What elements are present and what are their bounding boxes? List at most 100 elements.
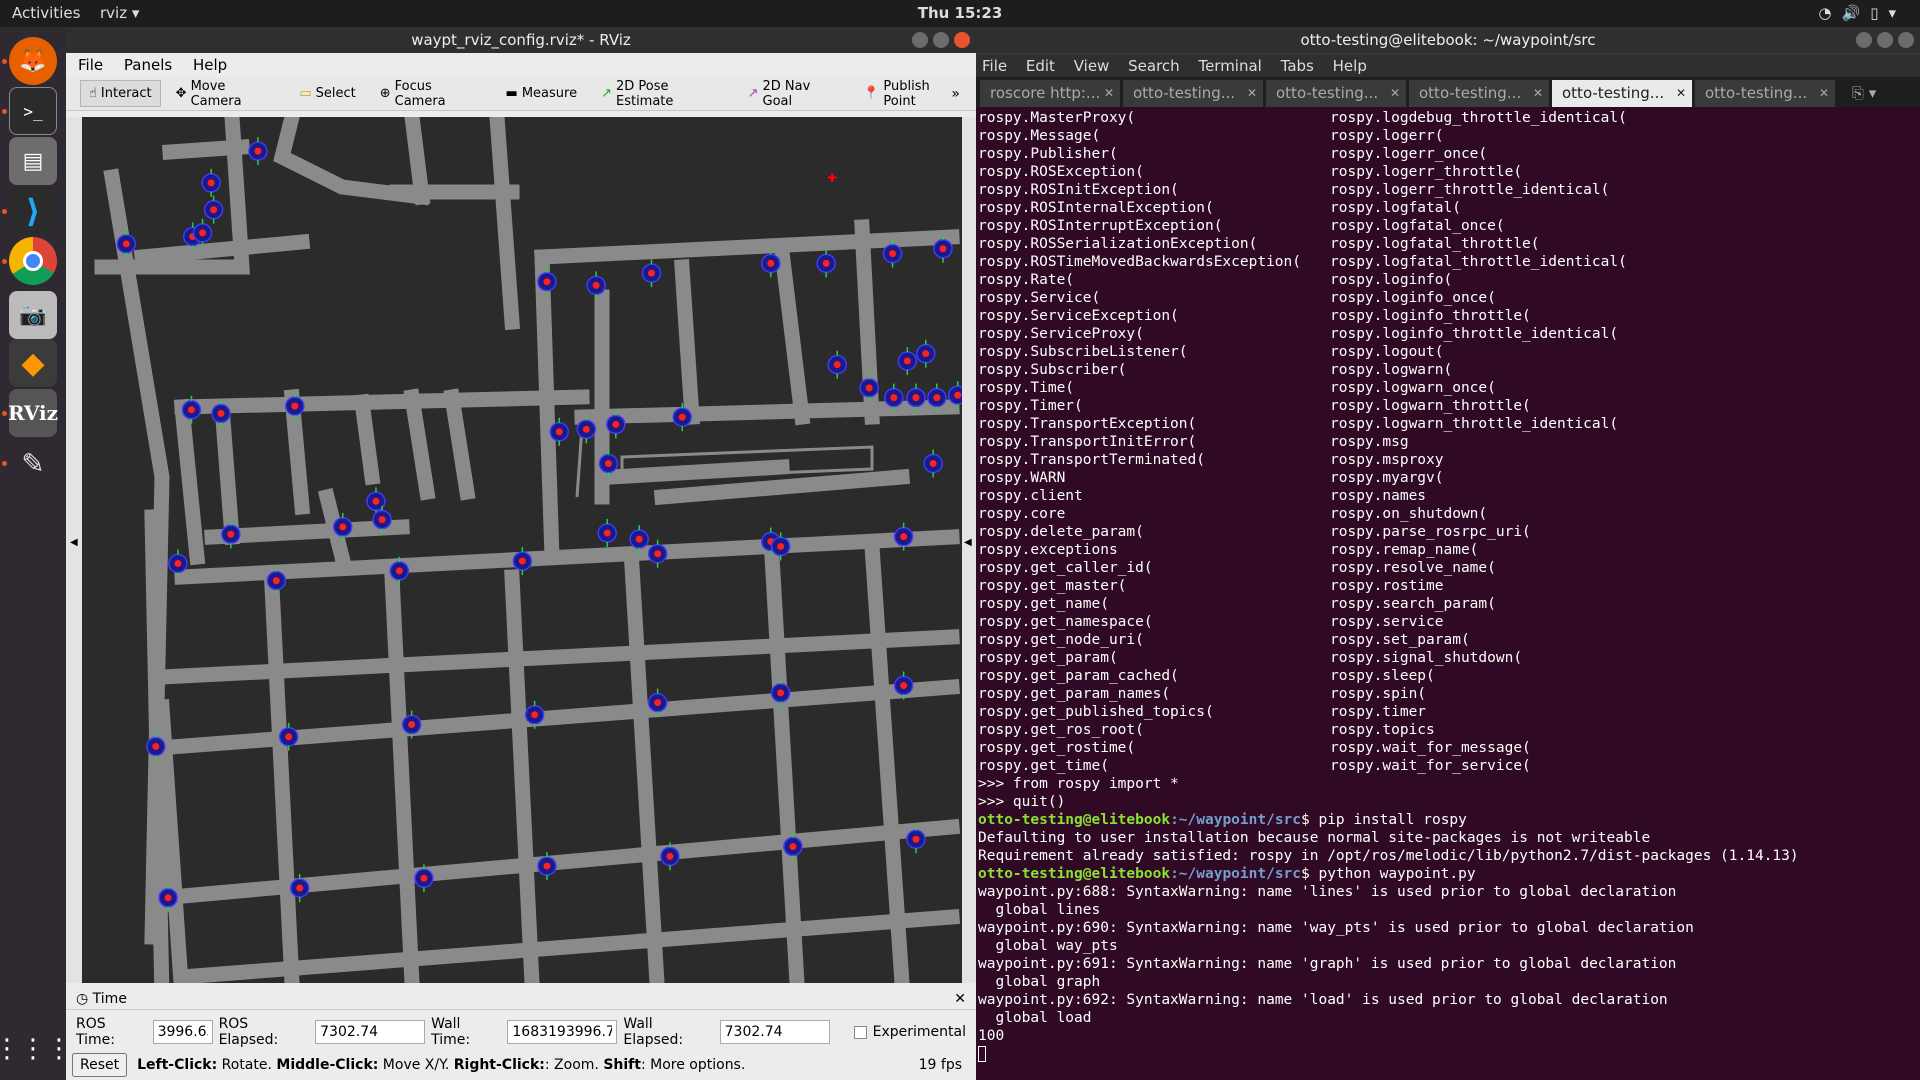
right-dock-handle[interactable]: ◀ — [962, 117, 976, 983]
waypoint-center — [285, 733, 293, 741]
left-dock-handle[interactable]: ◀ — [66, 117, 82, 983]
status-bar: Reset Left-Click: Rotate. Middle-Click: … — [66, 1050, 976, 1080]
more-tools-button[interactable]: » — [951, 86, 960, 102]
chrome-icon[interactable] — [9, 237, 57, 285]
app-grid-icon[interactable]: ⋮⋮⋮ — [0, 1025, 72, 1073]
menu-help[interactable]: Help — [1333, 57, 1367, 75]
ros-elapsed-field[interactable] — [315, 1020, 426, 1044]
completion-column-right: rospy.logdebug_throttle_identical(rospy.… — [1330, 109, 1627, 775]
terminal-tabbar: roscore http:... ✕ otto-testing... ✕ otto-… — [976, 77, 1920, 107]
ros-time-field[interactable] — [152, 1020, 213, 1044]
system-tray[interactable]: ◔🔊▯▾ — [1818, 4, 1906, 22]
reset-button[interactable]: Reset — [72, 1053, 128, 1077]
experimental-checkbox[interactable] — [853, 1025, 867, 1039]
hint-text: Rotate. — [217, 1057, 277, 1073]
wall-elapsed-field[interactable] — [719, 1020, 830, 1044]
completion-column-left: rospy.MasterProxy(rospy.Message(rospy.Pu… — [978, 109, 1330, 775]
close-tab-icon[interactable]: ✕ — [1819, 80, 1829, 107]
rviz-icon[interactable]: RViz — [8, 389, 58, 437]
menu-terminal[interactable]: Terminal — [1198, 57, 1261, 75]
menu-help[interactable]: Help — [193, 56, 227, 74]
menu-search[interactable]: Search — [1128, 57, 1180, 75]
close-panel-button[interactable]: ✕ — [954, 988, 966, 1010]
editor-icon[interactable]: ✎ — [9, 439, 57, 487]
collapse-right-icon: ◀ — [964, 537, 972, 548]
tool-interact[interactable]: ☝ Interact — [80, 80, 161, 107]
tool-move-camera[interactable]: ✥ Move Camera — [167, 73, 285, 115]
hint-key: Right-Click: — [453, 1057, 545, 1073]
terminal-tab-active[interactable]: otto-testing... ✕ — [1552, 80, 1692, 107]
terminal-tab[interactable]: otto-testing... ✕ — [1695, 80, 1835, 107]
tool-select[interactable]: ▭ Select — [290, 80, 364, 107]
tool-measure[interactable]: ▬ Measure — [497, 80, 587, 107]
maximize-button[interactable] — [1877, 32, 1893, 48]
tool-2d-nav-goal[interactable]: ↗ 2D Nav Goal — [739, 73, 849, 115]
hand-icon: ☝ — [89, 86, 97, 101]
completion-item: rospy.logerr( — [1330, 128, 1444, 144]
terminal-tab[interactable]: roscore http:... ✕ — [980, 80, 1120, 107]
menu-panels[interactable]: Panels — [124, 56, 172, 74]
close-tab-icon[interactable]: ✕ — [1247, 80, 1257, 107]
terminal-line: global graph — [978, 974, 1101, 990]
completion-item: rospy.signal_shutdown( — [1330, 650, 1523, 666]
maximize-button[interactable] — [933, 32, 949, 48]
menu-file[interactable]: File — [78, 56, 103, 74]
menu-edit[interactable]: Edit — [1026, 57, 1055, 75]
minimize-button[interactable] — [1856, 32, 1872, 48]
completion-item: rospy.SubscribeListener( — [978, 344, 1188, 360]
tool-2d-pose-estimate[interactable]: ↗ 2D Pose Estimate — [592, 73, 733, 115]
terminal-icon[interactable]: >_ — [9, 87, 57, 135]
waypoint-center — [207, 179, 215, 187]
completion-item: rospy.get_param_names( — [978, 686, 1171, 702]
completion-item: rospy.on_shutdown( — [1330, 506, 1488, 522]
waypoint-center — [647, 269, 655, 277]
app-menu[interactable]: rviz ▾ — [100, 4, 139, 22]
completion-item: rospy.get_param( — [978, 650, 1118, 666]
close-tab-icon[interactable]: ✕ — [1390, 80, 1400, 107]
waypoint-center — [187, 406, 195, 414]
tab-label: otto-testing... — [1276, 84, 1379, 102]
clock[interactable]: Thu 15:23 — [918, 4, 1003, 22]
close-tab-icon[interactable]: ✕ — [1676, 80, 1686, 107]
close-tab-icon[interactable]: ✕ — [1104, 80, 1114, 107]
completion-item: rospy.TransportTerminated( — [978, 452, 1205, 468]
waypoint-center — [210, 206, 218, 214]
close-button[interactable] — [954, 32, 970, 48]
completion-item: rospy.parse_rosrpc_uri( — [1330, 524, 1531, 540]
completion-item: rospy.logwarn_throttle( — [1330, 398, 1531, 414]
camera-icon[interactable]: 📷 — [9, 291, 57, 339]
waypoint-center — [635, 535, 643, 543]
menu-tabs[interactable]: Tabs — [1281, 57, 1314, 75]
completion-item: rospy.TransportException( — [978, 416, 1197, 432]
3d-viewport[interactable]: ✚ — [82, 117, 962, 983]
terminal-titlebar[interactable]: otto-testing@elitebook: ~/waypoint/src — [976, 27, 1920, 53]
tool-focus-camera[interactable]: ⊕ Focus Camera — [371, 73, 491, 115]
sublime-icon[interactable]: ◆ — [9, 339, 57, 387]
rviz-titlebar[interactable]: waypt_rviz_config.rviz* - RViz — [66, 27, 976, 53]
terminal-line: global lines — [978, 902, 1101, 918]
close-button[interactable] — [1898, 32, 1914, 48]
terminal-tab[interactable]: otto-testing... ✕ — [1123, 80, 1263, 107]
close-tab-icon[interactable]: ✕ — [1533, 80, 1543, 107]
terminal-tab[interactable]: otto-testing... ✕ — [1266, 80, 1406, 107]
menu-view[interactable]: View — [1074, 57, 1110, 75]
hint-key: Shift — [603, 1057, 641, 1073]
experimental-option[interactable]: Experimental — [853, 1024, 966, 1040]
firefox-icon[interactable]: 🦊 — [9, 37, 57, 85]
wifi-icon: ◔ — [1818, 4, 1842, 22]
terminal-line — [978, 1045, 1920, 1063]
minimize-button[interactable] — [912, 32, 928, 48]
prompt-path: :~/waypoint/src — [1170, 812, 1302, 828]
new-tab-icon[interactable]: ⎘ ▾ — [1852, 80, 1876, 107]
mouse-hint: Left-Click: Rotate. Middle-Click: Move X… — [137, 1057, 745, 1073]
activities-button[interactable]: Activities — [12, 4, 80, 22]
map-pin-icon: 📍 — [863, 86, 880, 101]
menu-file[interactable]: File — [982, 57, 1007, 75]
wall-time-field[interactable] — [507, 1020, 618, 1044]
terminal-tab[interactable]: otto-testing... ✕ — [1409, 80, 1549, 107]
terminal-line: otto-testing@elitebook:~/waypoint/src$ p… — [978, 811, 1920, 829]
files-icon[interactable]: ▤ — [9, 137, 57, 185]
terminal-output[interactable]: rospy.MasterProxy(rospy.Message(rospy.Pu… — [976, 109, 1920, 1080]
vscode-icon[interactable]: ⟩ — [9, 187, 57, 235]
completion-item: rospy.get_ros_root( — [978, 722, 1144, 738]
